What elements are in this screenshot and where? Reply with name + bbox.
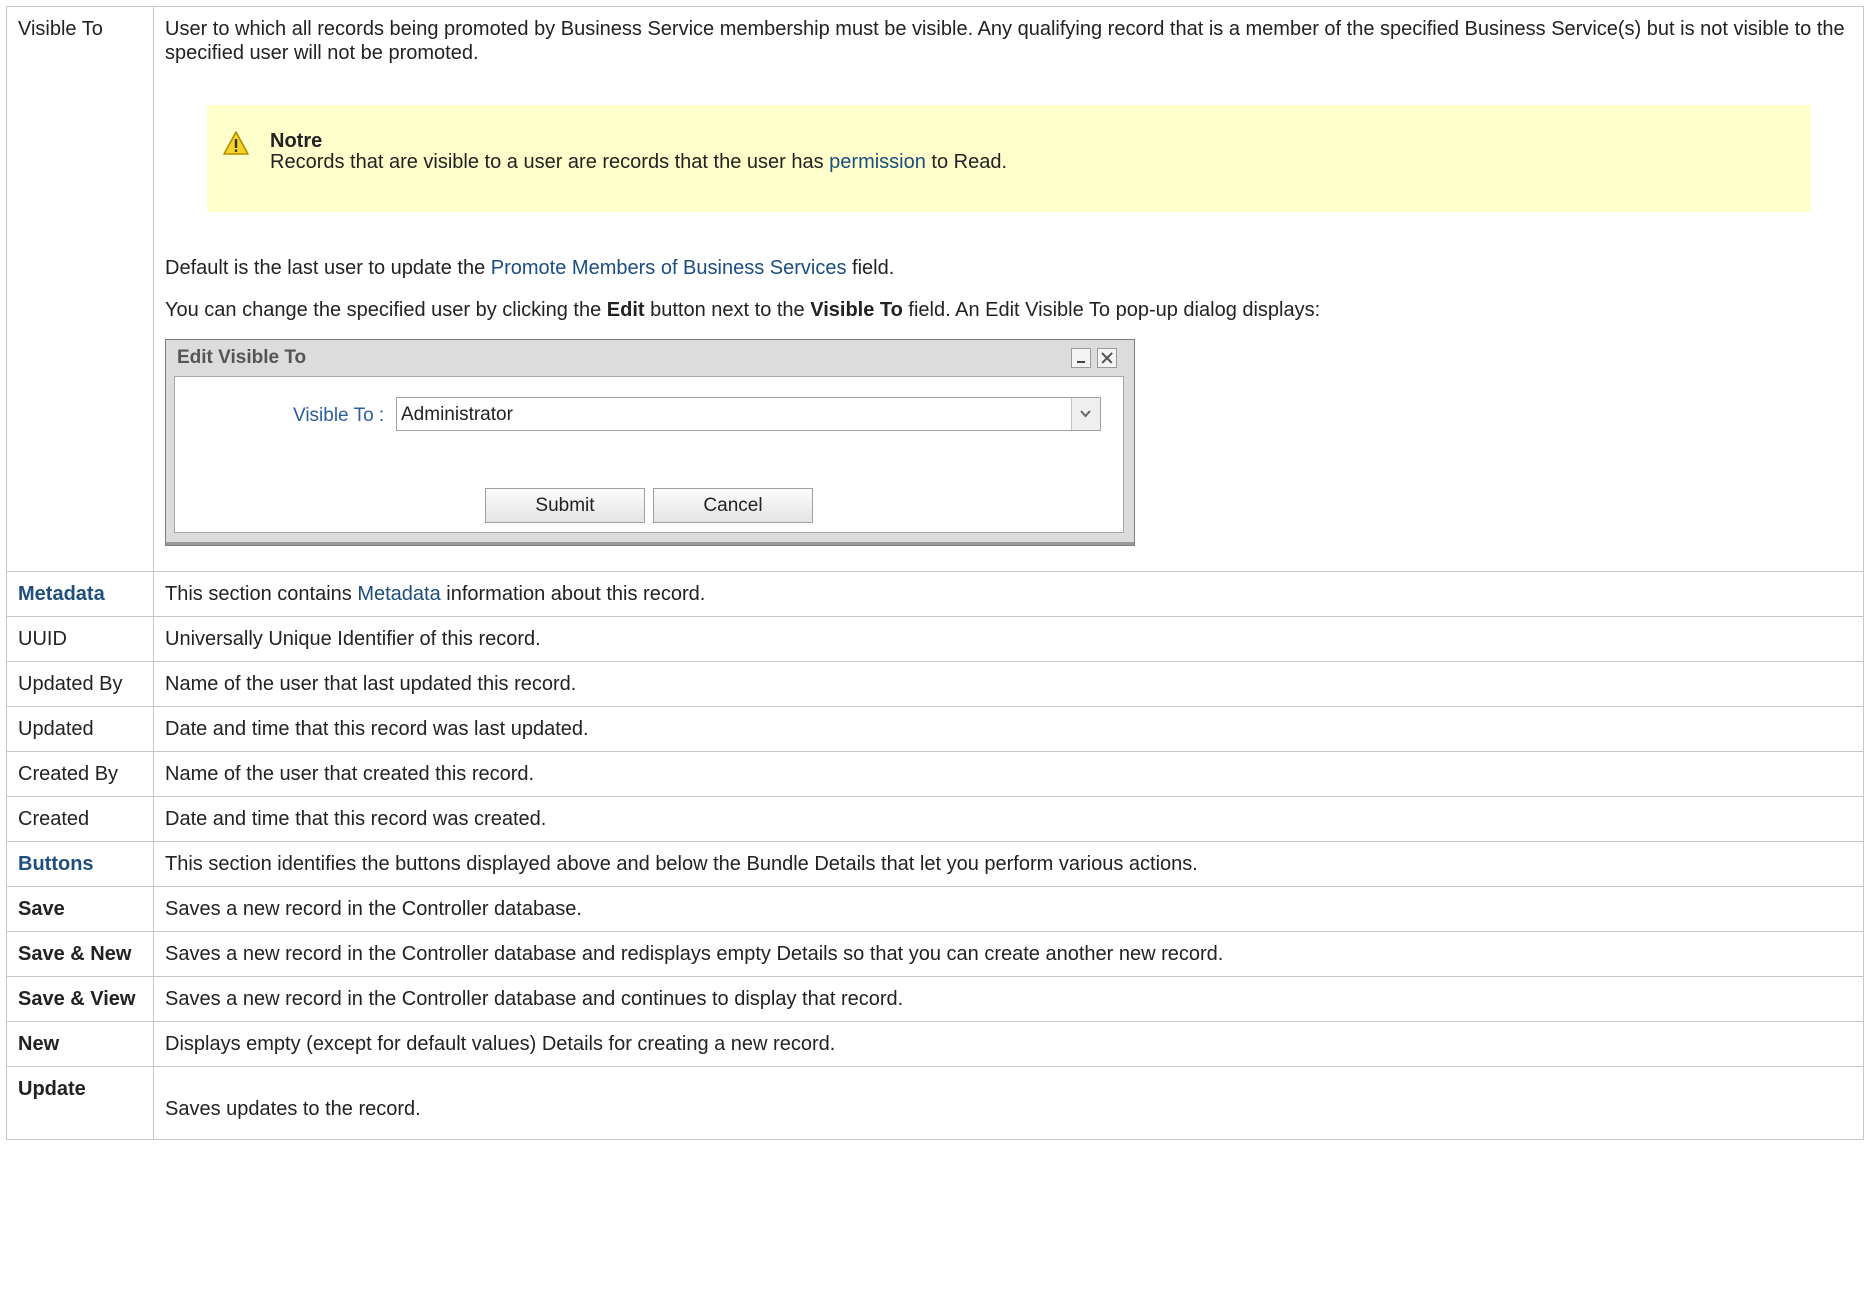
field-description-cell: User to which all records being promoted… [153, 6, 1864, 572]
default-text: Default is the last user to update the P… [165, 256, 1853, 280]
field-name-visible-to: Visible To [18, 18, 103, 40]
edit-term: Edit [606, 299, 645, 321]
change-user-text: You can change the specified user by cli… [165, 298, 1853, 322]
table-row-buttons: Buttons This section identifies the butt… [6, 841, 1864, 887]
change-text-2: button next to the [644, 299, 811, 321]
promote-members-link[interactable]: Promote Members of Business Services [491, 257, 847, 279]
minimize-icon[interactable] [1071, 348, 1091, 368]
permission-link[interactable]: permission [829, 151, 926, 173]
field-name-cell: Visible To [6, 6, 154, 572]
note-text-end: to Read. [925, 151, 1008, 173]
table-row: UUID Universally Unique Identifier of th… [6, 616, 1864, 662]
table-row: New Displays empty (except for default v… [6, 1021, 1864, 1067]
table-row: Created By Name of the user that created… [6, 751, 1864, 797]
chevron-down-icon[interactable] [1071, 398, 1100, 430]
metadata-description: This section contains Metadata informati… [153, 571, 1864, 617]
note-text: Records that are visible to a user are r… [270, 150, 1007, 174]
visible-to-description: User to which all records being promoted… [165, 18, 1845, 64]
visible-to-select[interactable]: Administrator [396, 397, 1101, 431]
note-panel: Notre Records that are visible to a user… [207, 105, 1811, 212]
field-description: Date and time that this record was creat… [153, 796, 1864, 842]
update-description: Saves updates to the record. [165, 1098, 421, 1120]
field-name-created-by: Created By [6, 751, 154, 797]
table-row: Created Date and time that this record w… [6, 796, 1864, 842]
field-name-updated: Updated [6, 706, 154, 752]
button-name-save-new: Save & New [6, 931, 154, 977]
button-description: Displays empty (except for default value… [153, 1021, 1864, 1067]
field-name-created: Created [6, 796, 154, 842]
field-description: Universally Unique Identifier of this re… [153, 616, 1864, 662]
field-description: Date and time that this record was last … [153, 706, 1864, 752]
visible-to-term: Visible To [810, 299, 903, 321]
close-icon[interactable] [1097, 348, 1117, 368]
cancel-button[interactable]: Cancel [653, 488, 813, 523]
button-name-save: Save [6, 886, 154, 932]
field-name-updated-by: Updated By [6, 661, 154, 707]
table-row-metadata: Metadata This section contains Metadata … [6, 571, 1864, 617]
dialog-title: Edit Visible To [177, 347, 307, 368]
table-row: Updated Date and time that this record w… [6, 706, 1864, 752]
table-row-visible-to: Visible To User to which all records bei… [6, 6, 1864, 572]
submit-button[interactable]: Submit [485, 488, 645, 523]
note-text-start: Records that are visible to a user are r… [270, 151, 830, 173]
field-reference-table: Visible To User to which all records bei… [6, 6, 1864, 1140]
warning-icon [223, 131, 249, 155]
default-text-end: field. [846, 257, 895, 279]
table-row: Save Saves a new record in the Controlle… [6, 886, 1864, 932]
buttons-description: This section identifies the buttons disp… [153, 841, 1864, 887]
button-description: Saves a new record in the Controller dat… [153, 886, 1864, 932]
button-description: Saves a new record in the Controller dat… [153, 976, 1864, 1022]
button-description: Saves updates to the record. [153, 1066, 1864, 1140]
dialog-body: Visible To : Administrator Submit Cancel [174, 376, 1124, 533]
button-name-save-view: Save & View [6, 976, 154, 1022]
table-row: Save & New Saves a new record in the Con… [6, 931, 1864, 977]
button-name-update: Update [6, 1066, 154, 1140]
metadata-text-start: This section contains [165, 583, 358, 605]
metadata-link[interactable]: Metadata [357, 583, 440, 605]
section-buttons: Buttons [6, 841, 154, 887]
metadata-text-end: information about this record. [440, 583, 706, 605]
table-row: Save & View Saves a new record in the Co… [6, 976, 1864, 1022]
field-name-uuid: UUID [6, 616, 154, 662]
field-description: Name of the user that last updated this … [153, 661, 1864, 707]
visible-to-select-value: Administrator [401, 404, 513, 425]
edit-visible-to-dialog: Edit Visible To Visible To : Administrat… [165, 339, 1135, 546]
change-text-1: You can change the specified user by cli… [165, 299, 607, 321]
field-description: Name of the user that created this recor… [153, 751, 1864, 797]
table-row: Update Saves updates to the record. [6, 1066, 1864, 1140]
table-row: Updated By Name of the user that last up… [6, 661, 1864, 707]
button-description: Saves a new record in the Controller dat… [153, 931, 1864, 977]
section-metadata: Metadata [6, 571, 154, 617]
change-text-3: field. An Edit Visible To pop-up dialog … [902, 299, 1321, 321]
default-text-start: Default is the last user to update the [165, 257, 491, 279]
button-name-new: New [6, 1021, 154, 1067]
visible-to-field-label: Visible To : [293, 405, 385, 426]
